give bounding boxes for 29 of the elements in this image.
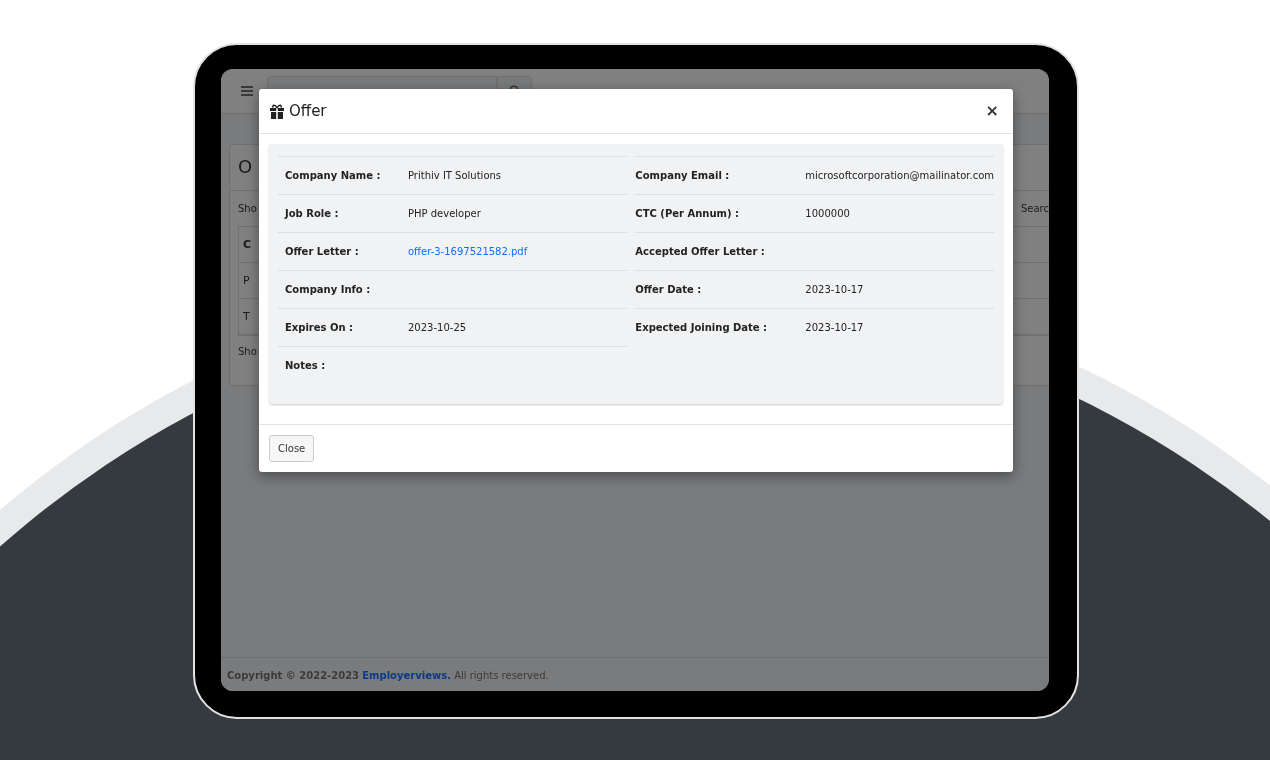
field-label: Expires On :: [284, 321, 355, 335]
gift-icon: [269, 103, 285, 119]
field-label: Expected Joining Date :: [635, 321, 769, 335]
search-label: Searc: [1020, 202, 1049, 216]
field-value: 2023-10-17: [805, 321, 864, 335]
entries-info-text: Sho: [238, 346, 257, 357]
show-entries-text: Sho: [238, 202, 257, 216]
field-label: Notes :: [284, 359, 327, 373]
field-label: Company Name :: [284, 169, 382, 183]
field-value: 2023-10-25: [408, 321, 467, 335]
field-label: Offer Date :: [635, 283, 703, 297]
footer-text: Copyright © 2022-2023 Employerviews. All rights reserved.: [227, 670, 549, 681]
file-link[interactable]: offer-3-1697521582.pdf: [408, 246, 528, 257]
field-value: PHP developer: [408, 207, 481, 221]
close-button[interactable]: Close: [269, 435, 315, 462]
field-value: 2023-10-17: [805, 283, 864, 297]
field-value: Prithiv IT Solutions: [408, 169, 502, 183]
close-button[interactable]: ×: [981, 103, 1003, 119]
field-label: Company Email :: [635, 169, 731, 183]
field-label: Accepted Offer Letter :: [635, 245, 766, 259]
modal-title: Offer: [289, 100, 327, 122]
field-label: Job Role :: [283, 207, 340, 221]
field-value: microsoftcorporation@mailinator.com: [805, 169, 994, 183]
field-label: CTC (Per Annum) :: [635, 207, 740, 221]
menu-icon[interactable]: [241, 86, 253, 96]
field-label: Company Info :: [284, 283, 372, 297]
field-label: Offer Letter :: [284, 245, 360, 259]
field-value: 1000000: [805, 207, 850, 221]
page-title: O: [238, 156, 253, 177]
